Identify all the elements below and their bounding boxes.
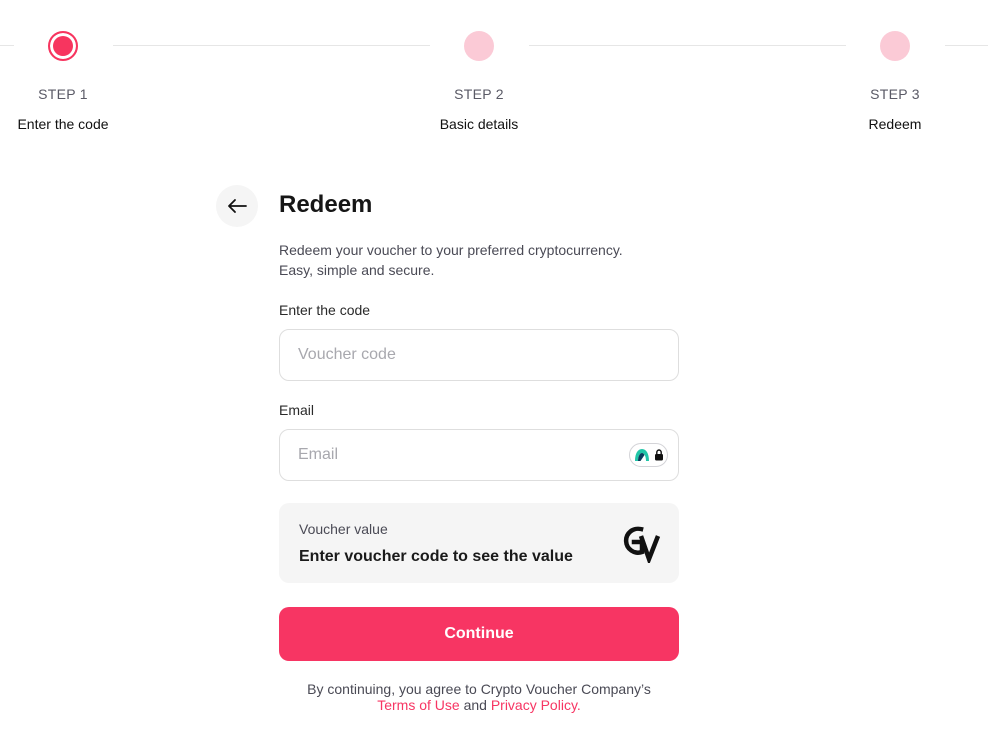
- step-3-name: Redeem: [868, 116, 922, 132]
- step-1-indicator: [48, 31, 78, 61]
- back-button[interactable]: [216, 185, 258, 227]
- step-3-label: STEP 3: [870, 86, 920, 102]
- step-2-label: STEP 2: [454, 86, 504, 102]
- step-connector: [945, 45, 988, 46]
- step-2-indicator: [464, 31, 494, 61]
- privacy-policy-link-suffix: .: [576, 697, 581, 713]
- page-subtitle: Redeem your voucher to your preferred cr…: [279, 240, 679, 280]
- email-field-label: Email: [279, 402, 315, 418]
- stepper: STEP 1 STEP 2 STEP 3 Enter the code Basi…: [0, 0, 988, 140]
- page-title: Redeem: [279, 191, 373, 218]
- password-manager-button[interactable]: [629, 443, 668, 467]
- continue-button[interactable]: Continue: [279, 607, 679, 661]
- subtitle-line-1: Redeem your voucher to your preferred cr…: [279, 242, 623, 258]
- terms-notice: By continuing, you agree to Crypto Vouch…: [279, 681, 679, 713]
- code-field-label: Enter the code: [279, 302, 371, 318]
- step-connector: [113, 45, 430, 46]
- terms-prefix: By continuing, you agree to Crypto Vouch…: [307, 681, 651, 697]
- step-3-indicator: [880, 31, 910, 61]
- gv-logo-icon: [623, 526, 661, 563]
- step-1-label: STEP 1: [38, 86, 88, 102]
- step-connector: [0, 45, 14, 46]
- privacy-policy-link[interactable]: Privacy Policy.: [491, 697, 581, 713]
- arrow-left-icon: [228, 199, 247, 213]
- terms-links-line: Terms of Use and Privacy Policy.: [279, 697, 679, 713]
- terms-of-use-link[interactable]: Terms of Use: [377, 697, 459, 713]
- password-manager-icon: [634, 449, 649, 461]
- voucher-code-input[interactable]: [279, 329, 679, 381]
- voucher-value-label: Voucher value: [299, 521, 388, 537]
- step-connector: [529, 45, 846, 46]
- subtitle-line-2: Easy, simple and secure.: [279, 262, 435, 278]
- step-2-name: Basic details: [439, 116, 519, 132]
- terms-conjunction: and: [463, 697, 487, 713]
- email-input[interactable]: [279, 429, 679, 481]
- voucher-value-text: Enter voucher code to see the value: [299, 548, 573, 565]
- voucher-value-panel: Voucher value Enter voucher code to see …: [279, 503, 679, 583]
- lock-icon: [654, 449, 663, 461]
- privacy-policy-link-text: Privacy Policy: [490, 697, 577, 713]
- step-1-name: Enter the code: [17, 116, 109, 132]
